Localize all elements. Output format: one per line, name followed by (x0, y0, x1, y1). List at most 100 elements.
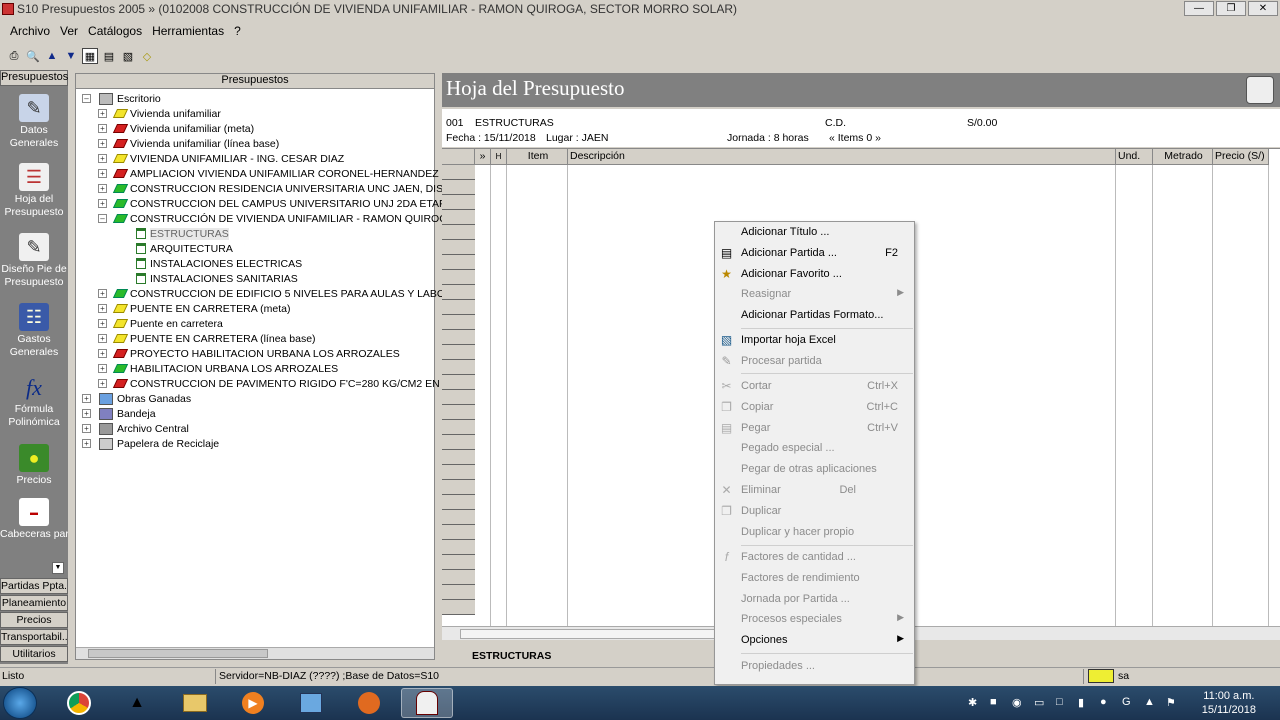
menu-item-duplicar[interactable]: ❐ Duplicar (715, 501, 914, 522)
menu-item-pegar-otras-aplicaciones[interactable]: Pegar de otras aplicaciones (715, 459, 914, 480)
arrow-up-icon[interactable]: ▲ (44, 48, 60, 64)
expand-icon[interactable]: + (98, 289, 107, 298)
menu-catalogos[interactable]: Catálogos (88, 24, 142, 42)
sidebar-bottom-partidas[interactable]: Partidas Ppta... (0, 578, 68, 594)
print-icon[interactable]: ⎙ (6, 48, 22, 64)
row-header[interactable] (442, 555, 475, 570)
row-header[interactable] (442, 345, 475, 360)
menu-item-factores-rendimiento[interactable]: Factores de rendimiento (715, 568, 914, 589)
row-header[interactable] (442, 435, 475, 450)
collapse-icon[interactable]: – (98, 214, 107, 223)
expand-icon[interactable]: + (98, 349, 107, 358)
control-panel-icon[interactable] (285, 688, 337, 718)
row-header[interactable] (442, 585, 475, 600)
row-header[interactable] (442, 480, 475, 495)
tree-item[interactable]: + VIVIENDA UNIFAMILIAR - ING. CESAR DIAZ (98, 151, 344, 166)
g-tray-icon[interactable]: G (1122, 696, 1131, 708)
sidebar-bottom-transportabilidad[interactable]: Transportabil... (0, 629, 68, 645)
col-precio[interactable]: Precio (S/) (1213, 149, 1269, 165)
media-player-icon[interactable]: ▶ (227, 688, 279, 718)
col-item[interactable]: Item (507, 149, 568, 165)
tree-item[interactable]: + CONSTRUCCION DE EDIFICIO 5 NIVELES PARA… (98, 286, 460, 301)
row-header[interactable] (442, 330, 475, 345)
row-header[interactable] (442, 210, 475, 225)
file-explorer-icon[interactable] (169, 688, 221, 718)
row-header[interactable] (442, 195, 475, 210)
row-header[interactable] (442, 285, 475, 300)
menu-item-procesos-especiales[interactable]: Procesos especiales ▶ (715, 609, 914, 630)
menu-herramientas[interactable]: Herramientas (152, 24, 224, 42)
start-button[interactable] (3, 687, 37, 719)
close-button[interactable]: ✕ (1248, 1, 1278, 16)
menu-item-eliminar[interactable]: ✕ Eliminar Del (715, 480, 914, 501)
row-header[interactable] (442, 375, 475, 390)
col-descripcion[interactable]: Descripción (568, 149, 1116, 165)
tab-estructuras[interactable]: ESTRUCTURAS (472, 650, 551, 662)
calculator-icon[interactable]: ▧ (120, 48, 136, 64)
expand-icon[interactable]: + (82, 439, 91, 448)
minimize-button[interactable]: — (1184, 1, 1214, 16)
row-header[interactable] (442, 390, 475, 405)
row-header[interactable] (442, 270, 475, 285)
menu-item-copiar[interactable]: ❐ Copiar Ctrl+C (715, 397, 914, 418)
tree-item[interactable]: + CONSTRUCCION RESIDENCIA UNIVERSITARIA U… (98, 181, 461, 196)
scroll-thumb[interactable] (88, 649, 268, 658)
expand-icon[interactable]: + (98, 199, 107, 208)
tree-item[interactable]: + PUENTE EN CARRETERA (línea base) (98, 331, 316, 346)
restore-button[interactable]: ❐ (1216, 1, 1246, 16)
tree-item[interactable]: INSTALACIONES ELECTRICAS (136, 256, 302, 271)
expand-icon[interactable]: + (98, 304, 107, 313)
menu-item-pegado-especial[interactable]: Pegado especial ... (715, 438, 914, 459)
sidebar-scroll-down-icon[interactable]: ▼ (52, 562, 64, 574)
tree-icon[interactable]: ▤ (101, 48, 117, 64)
sidebar-bottom-precios[interactable]: Precios (0, 612, 68, 628)
sidebar-bottom-utilitarios[interactable]: Utilitarios (0, 646, 68, 662)
row-header[interactable] (442, 255, 475, 270)
expand-icon[interactable]: + (98, 169, 107, 178)
sidebar-item-cabeceras[interactable]: ▬ Cabeceras para Repor... (0, 498, 68, 541)
display-icon[interactable]: ▭ (1034, 696, 1044, 709)
tree-item[interactable]: INSTALACIONES SANITARIAS (136, 271, 298, 286)
signal-icon[interactable]: ▲ (1144, 696, 1155, 708)
row-header[interactable] (442, 495, 475, 510)
row-header[interactable] (442, 540, 475, 555)
app-icon-hand[interactable] (343, 688, 395, 718)
menu-item-pegar[interactable]: ▤ Pegar Ctrl+V (715, 418, 914, 439)
row-header[interactable] (442, 240, 475, 255)
chrome-icon[interactable] (53, 688, 105, 718)
s10-taskbar-icon[interactable] (401, 688, 453, 718)
tree-item[interactable]: + Bandeja (82, 406, 156, 421)
menu-item-factores-cantidad[interactable]: f Factores de cantidad ... (715, 547, 914, 568)
flag-icon[interactable]: ⚑ (1166, 696, 1176, 709)
row-header[interactable] (442, 525, 475, 540)
menu-item-propiedades[interactable]: Propiedades ... (715, 656, 914, 677)
expand-icon[interactable]: + (82, 409, 91, 418)
tree-item[interactable]: + Archivo Central (82, 421, 189, 436)
menu-item-reasignar[interactable]: Reasignar ▶ (715, 284, 914, 305)
row-header[interactable] (442, 420, 475, 435)
chrome-tray-icon[interactable]: ● (1100, 696, 1107, 708)
menu-archivo[interactable]: Archivo (10, 24, 50, 42)
row-header[interactable] (442, 465, 475, 480)
bluetooth-icon[interactable]: ✱ (968, 696, 977, 709)
menu-ver[interactable]: Ver (60, 24, 78, 42)
col-und[interactable]: Und. (1116, 149, 1153, 165)
menu-item-jornada-partida[interactable]: Jornada por Partida ... (715, 589, 914, 610)
printer-icon[interactable] (1246, 76, 1274, 104)
expand-icon[interactable]: + (98, 109, 107, 118)
tree-item[interactable]: + PUENTE EN CARRETERA (meta) (98, 301, 290, 316)
vlc-icon[interactable]: ▲ (111, 688, 163, 718)
menu-item-adicionar-partida[interactable]: ▤ Adicionar Partida ... F2 (715, 243, 914, 264)
row-header[interactable] (442, 300, 475, 315)
expand-icon[interactable]: + (98, 319, 107, 328)
sidebar-item-formula-polinomica[interactable]: fx Fórmula Polinómica (0, 373, 68, 429)
battery-icon[interactable]: ▮ (1078, 696, 1084, 709)
expand-icon[interactable]: + (82, 424, 91, 433)
tree-item[interactable]: + Puente en carretera (98, 316, 223, 331)
view-icon[interactable]: ▦ (82, 48, 98, 64)
row-header[interactable] (442, 315, 475, 330)
expand-icon[interactable]: + (98, 379, 107, 388)
sidebar-item-gastos-generales[interactable]: ☷ Gastos Generales (0, 303, 68, 359)
col-metrado[interactable]: Metrado (1153, 149, 1213, 165)
row-header[interactable] (442, 510, 475, 525)
